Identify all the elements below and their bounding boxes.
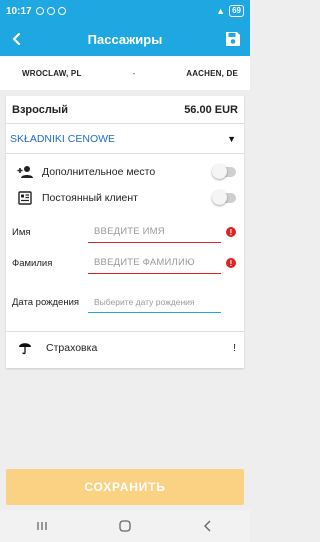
battery-icon: 69 [229,5,244,17]
insurance-label: Страховка [46,341,98,354]
birth-date-row: Дата рождения Выберите дату рождения [6,279,244,325]
notification-icon [57,7,66,15]
loyal-customer-toggle[interactable] [212,190,236,205]
page-title: Пассажиры [87,31,163,47]
chevron-left-icon [204,520,211,532]
caret-down-icon: ▼ [227,133,236,144]
save-icon-button[interactable] [216,22,250,56]
back-button[interactable] [0,22,34,56]
first-name-input[interactable]: ВВЕДИТЕ ИМЯ [88,221,221,243]
home-button[interactable] [105,520,145,532]
app-bar: Пассажиры [0,22,250,56]
price-components-label: SKŁADNIKI CENOWE [10,132,116,145]
recent-apps-button[interactable] [22,521,62,531]
last-name-row: Фамилия ВВЕДИТЕ ФАМИЛИЮ ! [6,247,244,279]
error-icon: ! [226,258,236,268]
route-to: AACHEN, DE [186,68,238,78]
signal-icon: ▲ [216,6,226,16]
option-label: Постоянный клиент [42,192,138,204]
notification-icon [35,7,44,15]
notification-icon [46,7,55,15]
birth-date-input[interactable]: Выберите дату рождения [88,291,221,313]
option-loyal-customer[interactable]: Постоянный клиент [6,185,244,211]
floppy-disk-icon [226,32,240,46]
route-from: WROCLAW, PL [22,68,82,78]
add-person-icon [16,163,34,181]
last-name-input[interactable]: ВВЕДИТЕ ФАМИЛИЮ [88,252,221,274]
umbrella-icon [18,341,32,355]
status-bar: 10:17 ▲ 69 [0,0,250,22]
price-components-dropdown[interactable]: SKŁADNIKI CENOWE ▼ [6,124,244,154]
extra-seat-toggle[interactable] [212,164,236,179]
route-separator: - [132,68,136,78]
first-name-row: Имя ВВЕДИТЕ ИМЯ ! [6,217,244,247]
first-name-label: Имя [12,226,31,238]
error-icon: ! [226,227,236,237]
passenger-type: Взрослый [12,103,68,116]
passenger-card: Взрослый 56.00 EUR SKŁADNIKI CENOWE ▼ До… [6,96,244,368]
home-icon [119,520,131,532]
recent-apps-icon [37,522,47,530]
save-button[interactable]: СОХРАНИТЬ [6,469,244,505]
birth-date-label: Дата рождения [12,296,80,308]
back-nav-button[interactable] [188,520,228,532]
arrow-left-icon [12,32,21,46]
option-extra-seat[interactable]: Дополнительное место [6,159,244,185]
passenger-price: 56.00 EUR [184,103,238,116]
error-icon: ! [233,341,236,354]
insurance-row[interactable]: Страховка ! [6,331,244,363]
system-nav-bar [0,510,250,542]
option-label: Дополнительное место [42,166,156,178]
route-bar: WROCLAW, PL - AACHEN, DE [0,56,250,90]
last-name-label: Фамилия [12,257,53,269]
id-card-icon [16,189,34,207]
status-time: 10:17 [6,5,32,17]
passenger-header: Взрослый 56.00 EUR [6,96,244,124]
